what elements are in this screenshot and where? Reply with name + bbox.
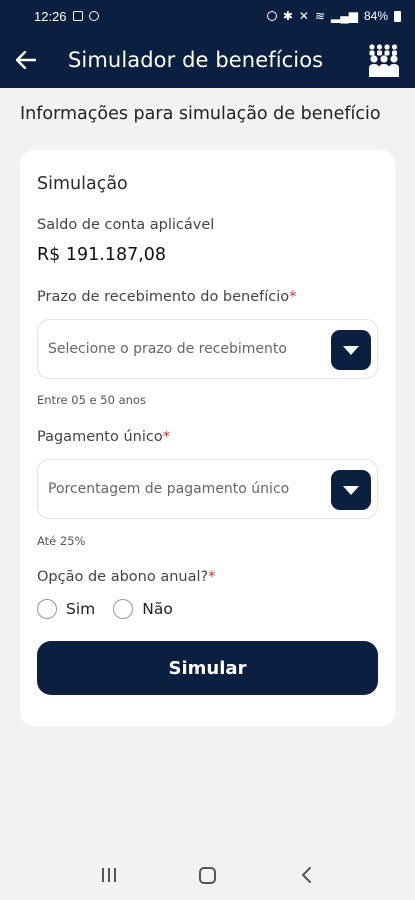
annual-bonus-label-text: Opção de abono anual?: [37, 569, 209, 585]
gallery-icon: [72, 11, 83, 21]
status-time: 12:26: [34, 8, 67, 24]
whatsapp-icon: [88, 11, 99, 21]
page-heading: Informações para simulação de benefício: [20, 104, 381, 124]
required-mark: *: [289, 289, 297, 305]
term-label: Prazo de recebimento do benefício*: [37, 289, 296, 305]
signal-icon: ▂▄▆: [331, 9, 358, 23]
annual-bonus-radio-group: Sim Não: [37, 599, 191, 619]
simulation-card: Simulação Saldo de conta aplicável R$ 19…: [20, 150, 395, 726]
app-bar: Simulador de benefícios: [0, 32, 415, 88]
single-payment-select[interactable]: Porcentagem de pagamento único: [37, 459, 378, 519]
term-label-text: Prazo de recebimento do benefício: [37, 289, 290, 305]
battery-level: 84%: [363, 9, 388, 23]
recents-icon[interactable]: [89, 855, 129, 895]
term-hint: Entre 05 e 50 anos: [37, 393, 146, 407]
home-icon[interactable]: [187, 855, 227, 895]
chevron-down-icon[interactable]: [331, 470, 371, 510]
back-icon[interactable]: [286, 855, 326, 895]
people-group-icon[interactable]: [367, 42, 401, 78]
alarm-icon: [266, 11, 277, 21]
wifi-icon: ≋: [314, 9, 325, 23]
term-select-placeholder: Selecione o prazo de recebimento: [48, 341, 287, 357]
single-payment-select-placeholder: Porcentagem de pagamento único: [48, 481, 290, 497]
single-payment-label: Pagamento único*: [37, 429, 170, 445]
battery-icon: [394, 10, 401, 22]
required-mark: *: [162, 429, 170, 445]
bluetooth-icon: ✱: [282, 9, 293, 23]
system-nav-bar: [0, 850, 415, 900]
annual-bonus-label: Opção de abono anual?*: [37, 569, 215, 585]
app-title: Simulador de benefícios: [68, 48, 324, 72]
chevron-down-icon[interactable]: [331, 330, 371, 370]
radio-button[interactable]: [113, 599, 134, 619]
radio-label: Sim: [66, 600, 96, 618]
balance-value: R$ 191.187,08: [37, 245, 167, 265]
radio-option-sim[interactable]: Sim: [37, 599, 95, 619]
mute-icon: ✕: [298, 9, 309, 23]
balance-label: Saldo de conta aplicável: [37, 217, 215, 233]
single-payment-label-text: Pagamento único: [37, 429, 163, 445]
radio-option-nao[interactable]: Não: [113, 599, 173, 619]
status-bar: 12:26 ✱ ✕ ≋ ▂▄▆ 84%: [0, 0, 415, 32]
back-arrow-icon[interactable]: [0, 32, 52, 88]
radio-label: Não: [142, 600, 173, 618]
radio-button[interactable]: [37, 599, 57, 619]
card-title: Simulação: [37, 174, 128, 194]
required-mark: *: [208, 569, 216, 585]
simulate-button[interactable]: Simular: [37, 641, 378, 695]
single-payment-hint: Até 25%: [37, 534, 86, 548]
term-select[interactable]: Selecione o prazo de recebimento: [37, 319, 378, 379]
